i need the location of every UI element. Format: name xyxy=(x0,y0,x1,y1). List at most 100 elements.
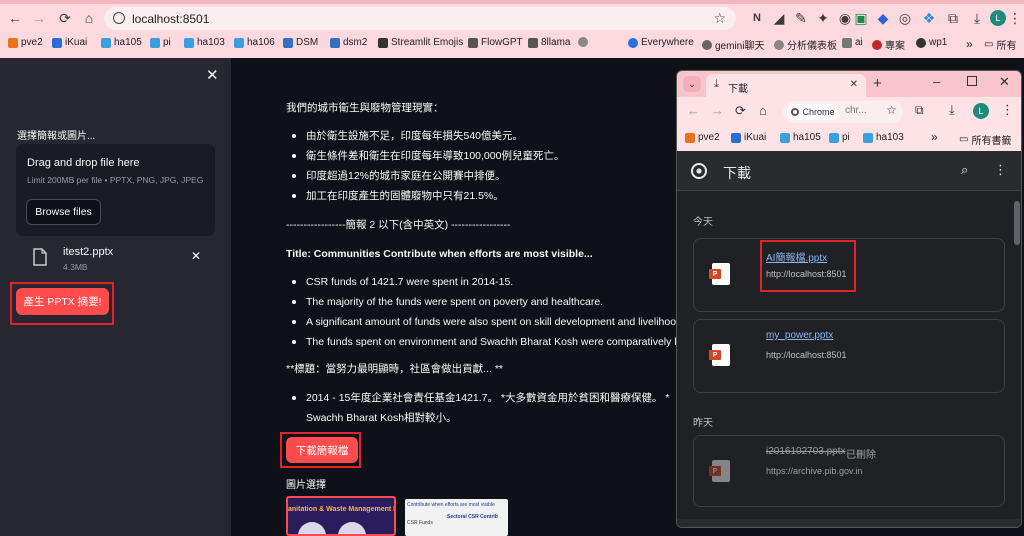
bookmark-item[interactable]: ha105 xyxy=(780,132,821,143)
browse-files-button[interactable]: Browse files xyxy=(26,199,101,225)
generate-summary-button[interactable]: 產生 PPTX 摘要! xyxy=(16,288,109,315)
horizontal-scrollbar[interactable] xyxy=(677,519,1021,527)
site-info-icon[interactable] xyxy=(113,12,125,24)
extension-green-icon[interactable]: ▣ xyxy=(852,9,870,27)
download-item: P my_power.pptx http://localhost:8501 xyxy=(693,319,1005,393)
remove-file-icon[interactable]: ✕ xyxy=(191,249,201,263)
image-select-label: 圖片選擇 xyxy=(286,480,326,491)
all-bookmarks-folder[interactable]: ▭ 所有書籤 xyxy=(959,132,1011,147)
download-file-link[interactable]: my_power.pptx xyxy=(766,330,833,341)
extension-blue-icon[interactable]: ◆ xyxy=(874,9,892,27)
more-options-icon[interactable]: ⋮ xyxy=(994,162,1007,178)
bookmark-item[interactable]: pve2 xyxy=(685,132,720,143)
list-item: The majority of the funds were spent on … xyxy=(286,292,681,312)
bookmark-item[interactable]: ha105 xyxy=(101,37,142,48)
address-bar[interactable]: Chrome chr... ☆ xyxy=(783,101,903,123)
downloads-bookmarks-bar: pve2 iKuai ha105 pi ha103 » ▭ 所有書籤 xyxy=(677,127,1021,151)
bookmark-item[interactable]: ha106 xyxy=(234,37,275,48)
bookmark-item[interactable]: pi xyxy=(829,132,850,143)
all-bookmarks-folder[interactable]: ▭ 所有 xyxy=(984,37,1016,52)
bookmark-item[interactable]: wp1 xyxy=(916,37,947,48)
download-icon[interactable]: ⤓ xyxy=(968,9,986,27)
tab-downloads[interactable]: ⤓ 下載 ✕ xyxy=(706,74,866,97)
minimize-icon[interactable]: – xyxy=(933,74,940,89)
browser-toolbar: ← → ⟳ ⌂ localhost:8501 ☆ N ◢ ✎ ✦ ◉ ▣ ◆ ◎… xyxy=(0,4,1024,32)
bookmark-item[interactable]: Everywhere xyxy=(628,37,694,48)
bookmark-item[interactable]: 分析儀表板 xyxy=(774,37,837,52)
uploaded-file-size: 4.3MB xyxy=(63,262,88,272)
bookmark-item[interactable]: ha103 xyxy=(863,132,904,143)
extension-edit-icon[interactable]: ✎ xyxy=(792,9,810,27)
profile-avatar[interactable]: L xyxy=(990,10,1006,26)
close-window-icon[interactable]: ✕ xyxy=(999,74,1010,90)
download-item: P i2016102703.pptx 已刪除 https://archive.p… xyxy=(693,435,1005,507)
bookmark-item[interactable]: iKuai xyxy=(731,132,766,143)
profile-avatar[interactable]: L xyxy=(973,103,989,119)
search-icon[interactable]: ⌕ xyxy=(961,162,968,178)
bookmark-item[interactable]: FlowGPT xyxy=(468,37,523,48)
back-icon[interactable]: ← xyxy=(687,103,700,118)
close-sidebar-icon[interactable]: ✕ xyxy=(206,66,219,84)
download-file-link[interactable]: AI簡報檔.pptx xyxy=(766,249,827,264)
download-source: http://localhost:8501 xyxy=(766,269,847,279)
bookmark-item[interactable]: iKuai xyxy=(52,37,87,48)
address-bar[interactable]: localhost:8501 ☆ xyxy=(104,7,736,30)
forward-icon[interactable]: → xyxy=(30,9,48,27)
bookmarks-bar: pve2 iKuai ha105 pi ha103 ha106 DSM dsm2… xyxy=(0,33,1024,55)
extensions-puzzle-icon[interactable]: ⧉ xyxy=(915,103,924,118)
extension-n-icon[interactable]: N xyxy=(748,9,766,27)
menu-icon[interactable]: ⋮ xyxy=(1006,9,1024,27)
image-thumbnail-1[interactable]: anitation & Waste Management Re xyxy=(286,496,396,536)
bookmark-item[interactable]: Streamlit Emojis xyxy=(378,37,463,48)
highlight-box xyxy=(760,240,856,292)
url-text: chr... xyxy=(845,105,867,116)
pptx-file-icon: P xyxy=(709,344,730,366)
new-tab-icon[interactable]: + xyxy=(873,75,882,92)
extension-chat-icon[interactable]: ◎ xyxy=(896,9,914,27)
list-item: CSR funds of 1421.7 were spent in 2014-1… xyxy=(286,272,681,292)
pptx-file-icon: P xyxy=(709,460,730,482)
list-item: 加工在印度產生的固體廢物中只有21.5%。 xyxy=(286,186,686,206)
bookmark-item[interactable]: DSM xyxy=(283,37,318,48)
bookmark-item[interactable]: ha103 xyxy=(184,37,225,48)
bookmark-item[interactable]: 8llama xyxy=(528,37,570,48)
download-pptx-button[interactable]: 下載簡報檔 xyxy=(286,437,358,463)
tab-search-icon[interactable]: ⌄ xyxy=(683,76,701,92)
image-thumbnail-2[interactable]: Contribute when efforts are most visible… xyxy=(405,499,508,536)
reload-icon[interactable]: ⟳ xyxy=(735,103,746,119)
home-icon[interactable]: ⌂ xyxy=(759,103,767,118)
extension-sun-icon[interactable]: ✦ xyxy=(814,9,832,27)
forward-icon[interactable]: → xyxy=(711,103,724,118)
extension-send-icon[interactable]: ◢ xyxy=(770,9,788,27)
chrome-logo-icon xyxy=(691,163,707,179)
bookmark-item[interactable]: pve2 xyxy=(8,37,43,48)
close-tab-icon[interactable]: ✕ xyxy=(850,79,858,90)
bookmark-item[interactable]: ai xyxy=(842,37,863,48)
home-icon[interactable]: ⌂ xyxy=(80,9,98,27)
chrome-chip: Chrome xyxy=(787,104,839,120)
extensions-puzzle-icon[interactable]: ⧉ xyxy=(944,9,962,27)
menu-icon[interactable]: ⋮ xyxy=(1001,102,1014,118)
list-item: The funds spent on environment and Swach… xyxy=(286,332,681,352)
url-text: localhost:8501 xyxy=(132,11,210,26)
file-dropzone[interactable]: Drag and drop file here Limit 200MB per … xyxy=(16,144,215,236)
bookmarks-more-icon[interactable]: » xyxy=(966,37,973,51)
scrollbar-thumb[interactable] xyxy=(1014,201,1020,245)
download-icon[interactable]: ⤓ xyxy=(949,102,955,118)
back-icon[interactable]: ← xyxy=(6,9,24,27)
star-icon[interactable]: ☆ xyxy=(886,103,897,117)
maximize-icon[interactable] xyxy=(967,76,977,86)
bookmarks-more-icon[interactable]: » xyxy=(931,130,938,144)
downloads-tab-bar: ⌄ ⤓ 下載 ✕ + – ✕ xyxy=(677,71,1021,97)
yesterday-label: 昨天 xyxy=(693,418,713,429)
extension-globe-icon[interactable]: ❖ xyxy=(920,9,938,27)
uploader-label: 選擇簡報或圖片... xyxy=(17,131,96,142)
reload-icon[interactable]: ⟳ xyxy=(56,9,74,27)
file-icon xyxy=(33,248,47,266)
bookmark-item[interactable]: pi xyxy=(150,37,171,48)
bookmark-item[interactable]: dsm2 xyxy=(330,37,367,48)
bookmark-item[interactable]: 專案 xyxy=(872,37,905,52)
bookmark-item[interactable]: gemini聊天 xyxy=(702,37,764,52)
bookmark-item[interactable] xyxy=(578,37,591,47)
star-icon[interactable]: ☆ xyxy=(713,10,726,27)
